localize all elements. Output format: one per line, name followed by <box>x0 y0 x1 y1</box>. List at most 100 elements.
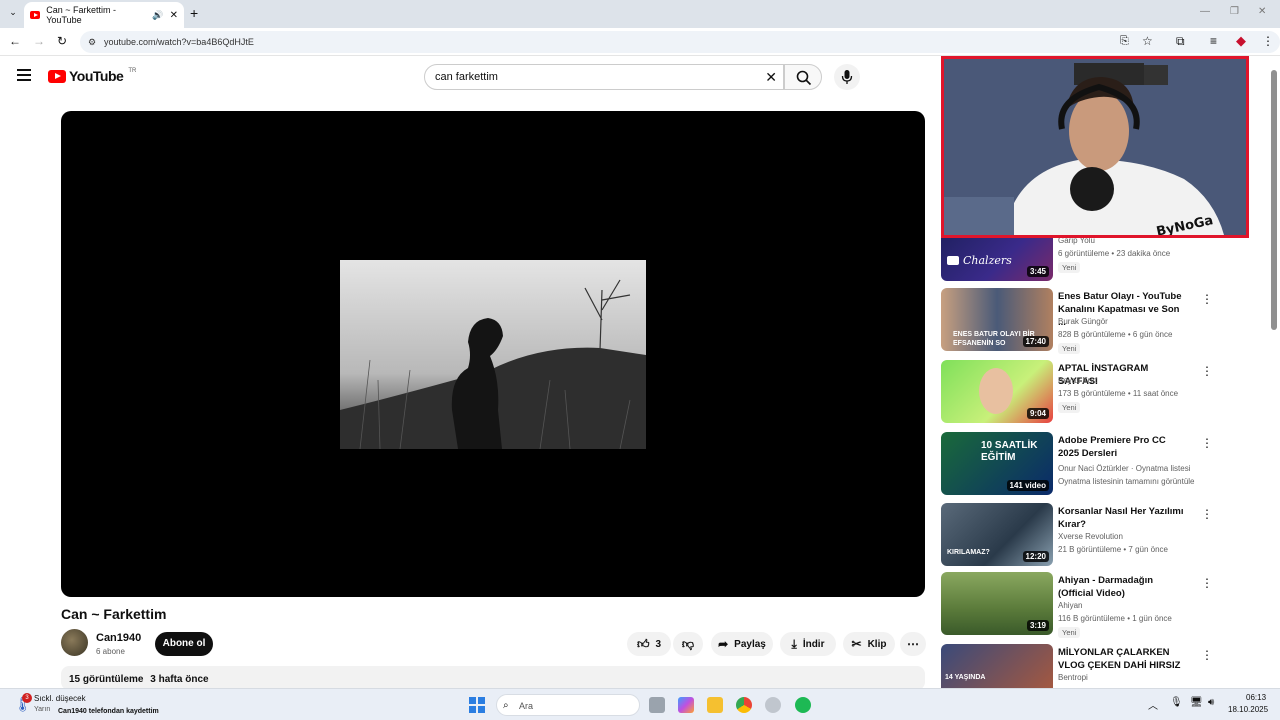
more-vertical-icon[interactable]: ⋮ <box>1201 292 1213 306</box>
list-item[interactable]: 3:19 Ahiyan - Darmadağın (Official Video… <box>941 572 1213 638</box>
app-icon[interactable] <box>765 697 781 713</box>
audio-icon[interactable]: 🔊 <box>152 10 163 21</box>
video-title[interactable]: Korsanlar Nasıl Her Yazılımı Kırar? <box>1058 505 1188 531</box>
video-thumbnail[interactable]: KIRILAMAZ? 12:20 <box>941 503 1053 566</box>
clock-time[interactable]: 06:13 <box>1246 693 1266 702</box>
channel-name[interactable]: Can1940 <box>96 632 141 644</box>
youtube-logo[interactable]: YouTube TR <box>48 68 136 84</box>
window-minimize-button[interactable]: — <box>1200 6 1210 17</box>
file-explorer-icon[interactable] <box>707 697 723 713</box>
address-bar[interactable]: ⚙ youtube.com/watch?v=ba4B6QdHJtE <box>80 31 1280 53</box>
webcam-overlay: ByNoGa <box>941 56 1249 238</box>
video-title[interactable]: Ahiyan - Darmadağın (Official Video) <box>1058 574 1188 600</box>
thumbs-down-icon: 👎︎ <box>681 636 695 651</box>
new-badge: Yeni <box>1058 262 1081 273</box>
more-actions-button[interactable]: ⋯ <box>900 632 926 656</box>
chrome-icon[interactable] <box>736 697 752 713</box>
dislike-button[interactable]: 👎︎ <box>673 632 703 656</box>
browser-tab[interactable]: Can ~ Farkettim - YouTube 🔊 ✕ <box>24 2 184 28</box>
channel-name[interactable]: Ahiyan <box>1058 601 1082 610</box>
video-thumbnail[interactable]: ENES BATUR OLAYI BİR EFSANENİN SO 17:40 <box>941 288 1053 351</box>
video-title[interactable]: MİLYONLAR ÇALARKEN VLOG ÇEKEN DAHİ HIRSI… <box>1058 646 1188 672</box>
face-image <box>979 368 1013 414</box>
browser-menu-icon[interactable]: ⋮ <box>1262 34 1274 48</box>
tab-close-icon[interactable]: ✕ <box>170 10 178 21</box>
list-item[interactable]: ENES BATUR OLAYI BİR EFSANENİN SO 17:40 … <box>941 288 1213 354</box>
video-thumbnail[interactable]: 3:19 <box>941 572 1053 635</box>
hamburger-menu-icon[interactable] <box>17 69 31 81</box>
more-vertical-icon[interactable]: ⋮ <box>1201 436 1213 450</box>
taskbar-search[interactable]: ⌕ Ara <box>496 694 640 716</box>
weather-badge: 3 <box>22 693 32 703</box>
volume-icon[interactable]: 🔊︎ <box>1208 697 1214 708</box>
video-thumbnail[interactable]: 14 YAŞINDA <box>941 644 1053 688</box>
list-item[interactable]: 10 SAATLİK EĞİTİM 141 video Adobe Premie… <box>941 432 1213 496</box>
spotify-icon[interactable] <box>795 697 811 713</box>
view-playlist-link[interactable]: Oynatma listesinin tamamını görüntüle <box>1058 477 1195 486</box>
clock-date[interactable]: 18.10.2025 <box>1228 705 1268 714</box>
download-icon: ⤓ <box>791 636 797 651</box>
video-player[interactable] <box>61 111 925 597</box>
start-button[interactable] <box>469 697 485 713</box>
extension-red-icon[interactable]: ◆ <box>1236 33 1246 49</box>
new-tab-button[interactable]: + <box>190 5 198 21</box>
search-icon: ⌕ <box>503 700 509 711</box>
video-duration: 17:40 <box>1022 336 1049 347</box>
back-icon[interactable]: ← <box>9 34 21 48</box>
window-close-button[interactable]: ✕ <box>1258 6 1266 17</box>
more-vertical-icon[interactable]: ⋮ <box>1201 364 1213 378</box>
os-taskbar: 🌡︎ 3 Sıckl. düşecek Yarın Can1940 telefo… <box>0 688 1280 720</box>
show-hidden-icons[interactable]: ︿ <box>1148 697 1158 712</box>
clear-search-icon[interactable]: ✕ <box>765 65 777 89</box>
clip-label: Klip <box>867 638 887 650</box>
channel-avatar[interactable] <box>61 629 88 656</box>
download-button[interactable]: ⤓ İndir <box>780 632 836 656</box>
list-item[interactable]: 14 YAŞINDA MİLYONLAR ÇALARKEN VLOG ÇEKEN… <box>941 644 1211 688</box>
video-thumbnail[interactable]: 9:04 <box>941 360 1053 423</box>
url-text: youtube.com/watch?v=ba4B6QdHJtE <box>104 37 254 47</box>
download-label: İndir <box>802 638 825 650</box>
tab-menu-icon[interactable]: ⌄ <box>6 7 20 21</box>
thumbnail-text: KIRILAMAZ? <box>947 549 990 556</box>
new-badge: Yeni <box>1058 343 1081 354</box>
list-item[interactable]: KIRILAMAZ? 12:20 Korsanlar Nasıl Her Yaz… <box>941 503 1213 567</box>
search-button[interactable] <box>784 64 822 90</box>
channel-name[interactable]: Xverse Revolution <box>1058 532 1123 541</box>
notification-toast[interactable]: Can1940 telefondan kaydettim <box>58 708 159 715</box>
like-button[interactable]: 👍︎ 3 <box>627 632 671 656</box>
share-button[interactable]: ➦ Paylaş <box>711 632 773 656</box>
window-maximize-button[interactable]: ❐ <box>1230 6 1239 17</box>
description-box[interactable]: 15 görüntüleme 3 hafta önce <box>61 666 925 690</box>
channel-name[interactable]: Beyaz Kurt <box>1058 376 1097 385</box>
video-title[interactable]: Adobe Premiere Pro CC 2025 Dersleri <box>1058 434 1188 460</box>
page-scrollbar[interactable] <box>1271 70 1277 330</box>
more-vertical-icon[interactable]: ⋮ <box>1201 507 1213 521</box>
reload-icon[interactable]: ↻ <box>57 34 67 48</box>
voice-search-button[interactable] <box>834 64 860 90</box>
search-input[interactable]: can farkettim ✕ <box>424 64 784 90</box>
subscribe-button[interactable]: Abone ol <box>155 632 213 656</box>
thumbnail-text: Chalzers <box>963 254 1012 267</box>
channel-name[interactable]: Burak Güngör <box>1058 317 1108 326</box>
microphone-tray-icon[interactable]: 🎙︎ <box>1170 697 1183 708</box>
region-code: TR <box>128 68 137 74</box>
more-vertical-icon[interactable]: ⋮ <box>1201 648 1211 662</box>
channel-name[interactable]: Bentropi <box>1058 673 1088 682</box>
playlist-icon[interactable]: ≡ <box>1210 34 1217 48</box>
browser-toolbar: ← → ↻ ⚙ youtube.com/watch?v=ba4B6QdHJtE … <box>0 28 1280 56</box>
forward-icon[interactable]: → <box>33 34 45 48</box>
more-vertical-icon[interactable]: ⋮ <box>1201 576 1213 590</box>
channel-name[interactable]: Onur Naci Öztürkler · Oynatma listesi <box>1058 464 1190 473</box>
taskbar-search-placeholder: Ara <box>519 701 534 711</box>
network-icon[interactable]: 🖥︎ <box>1190 697 1203 708</box>
video-thumbnail[interactable]: 10 SAATLİK EĞİTİM 141 video <box>941 432 1053 495</box>
bookmark-star-icon[interactable]: ☆ <box>1142 34 1153 48</box>
clip-button[interactable]: ✂ Klip <box>843 632 895 656</box>
youtube-logo-text: YouTube <box>69 68 124 84</box>
site-info-icon[interactable]: ⚙ <box>88 31 96 53</box>
task-view-icon[interactable] <box>649 697 665 713</box>
install-icon[interactable]: ⎘ <box>1120 35 1129 48</box>
extensions-icon[interactable]: ⧉ <box>1176 34 1185 49</box>
list-item[interactable]: 9:04 APTAL İNSTAGRAM SAYFASI ⋮ Beyaz Kur… <box>941 360 1213 424</box>
copilot-icon[interactable] <box>678 697 694 713</box>
